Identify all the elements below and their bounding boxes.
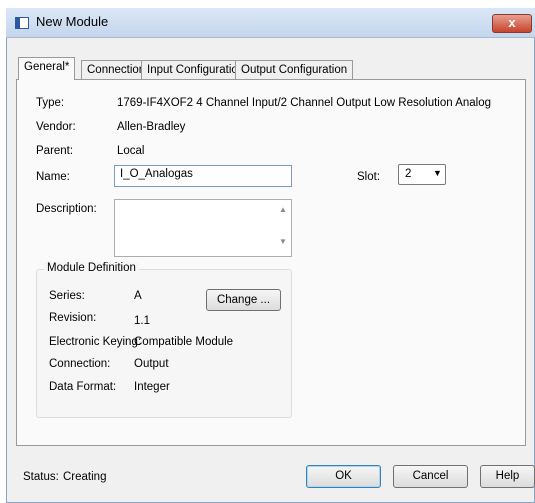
- description-field[interactable]: [114, 199, 292, 257]
- scroll-down-icon[interactable]: ▼: [279, 237, 287, 246]
- data-format-value: Integer: [134, 381, 170, 393]
- tab-output-configuration[interactable]: Output Configuration: [235, 60, 354, 79]
- type-value: 1769-IF4XOF2 4 Channel Input/2 Channel O…: [117, 97, 491, 109]
- status-value: Creating: [63, 471, 107, 483]
- parent-label: Parent:: [36, 145, 74, 157]
- series-label: Series:: [49, 290, 85, 302]
- data-format-label: Data Format:: [49, 381, 117, 393]
- description-label: Description:: [36, 203, 97, 215]
- vendor-label: Vendor:: [36, 121, 76, 133]
- series-value: A: [134, 290, 142, 302]
- parent-value: Local: [117, 145, 145, 157]
- connection-label: Connection:: [49, 358, 111, 370]
- ok-button[interactable]: OK: [306, 465, 381, 488]
- module-definition-title: Module Definition: [44, 262, 139, 274]
- tab-general[interactable]: General*: [18, 57, 76, 80]
- electronic-keying-label: Electronic Keying:: [49, 336, 142, 348]
- type-label: Type:: [36, 97, 65, 109]
- chevron-down-icon: ▼: [433, 168, 442, 178]
- change-button[interactable]: Change ...: [206, 289, 281, 311]
- connection-value: Output: [134, 358, 169, 370]
- window-title: New Module: [36, 14, 109, 29]
- name-label: Name:: [36, 171, 70, 183]
- close-button[interactable]: x: [492, 14, 532, 33]
- cancel-button[interactable]: Cancel: [393, 465, 468, 488]
- tab-input-configuration[interactable]: Input Configuration: [141, 60, 251, 79]
- help-button[interactable]: Help: [480, 465, 535, 488]
- slot-value: 2: [405, 168, 412, 180]
- status-label: Status:: [23, 471, 59, 483]
- slot-label: Slot:: [357, 171, 381, 183]
- window-icon: [15, 17, 29, 29]
- vendor-value: Allen-Bradley: [117, 121, 186, 133]
- revision-label: Revision:: [49, 312, 97, 324]
- revision-value: 1.1: [134, 315, 150, 327]
- electronic-keying-value: Compatible Module: [134, 336, 234, 348]
- scroll-up-icon[interactable]: ▲: [279, 205, 287, 214]
- name-field[interactable]: I_O_Analogas: [114, 165, 292, 187]
